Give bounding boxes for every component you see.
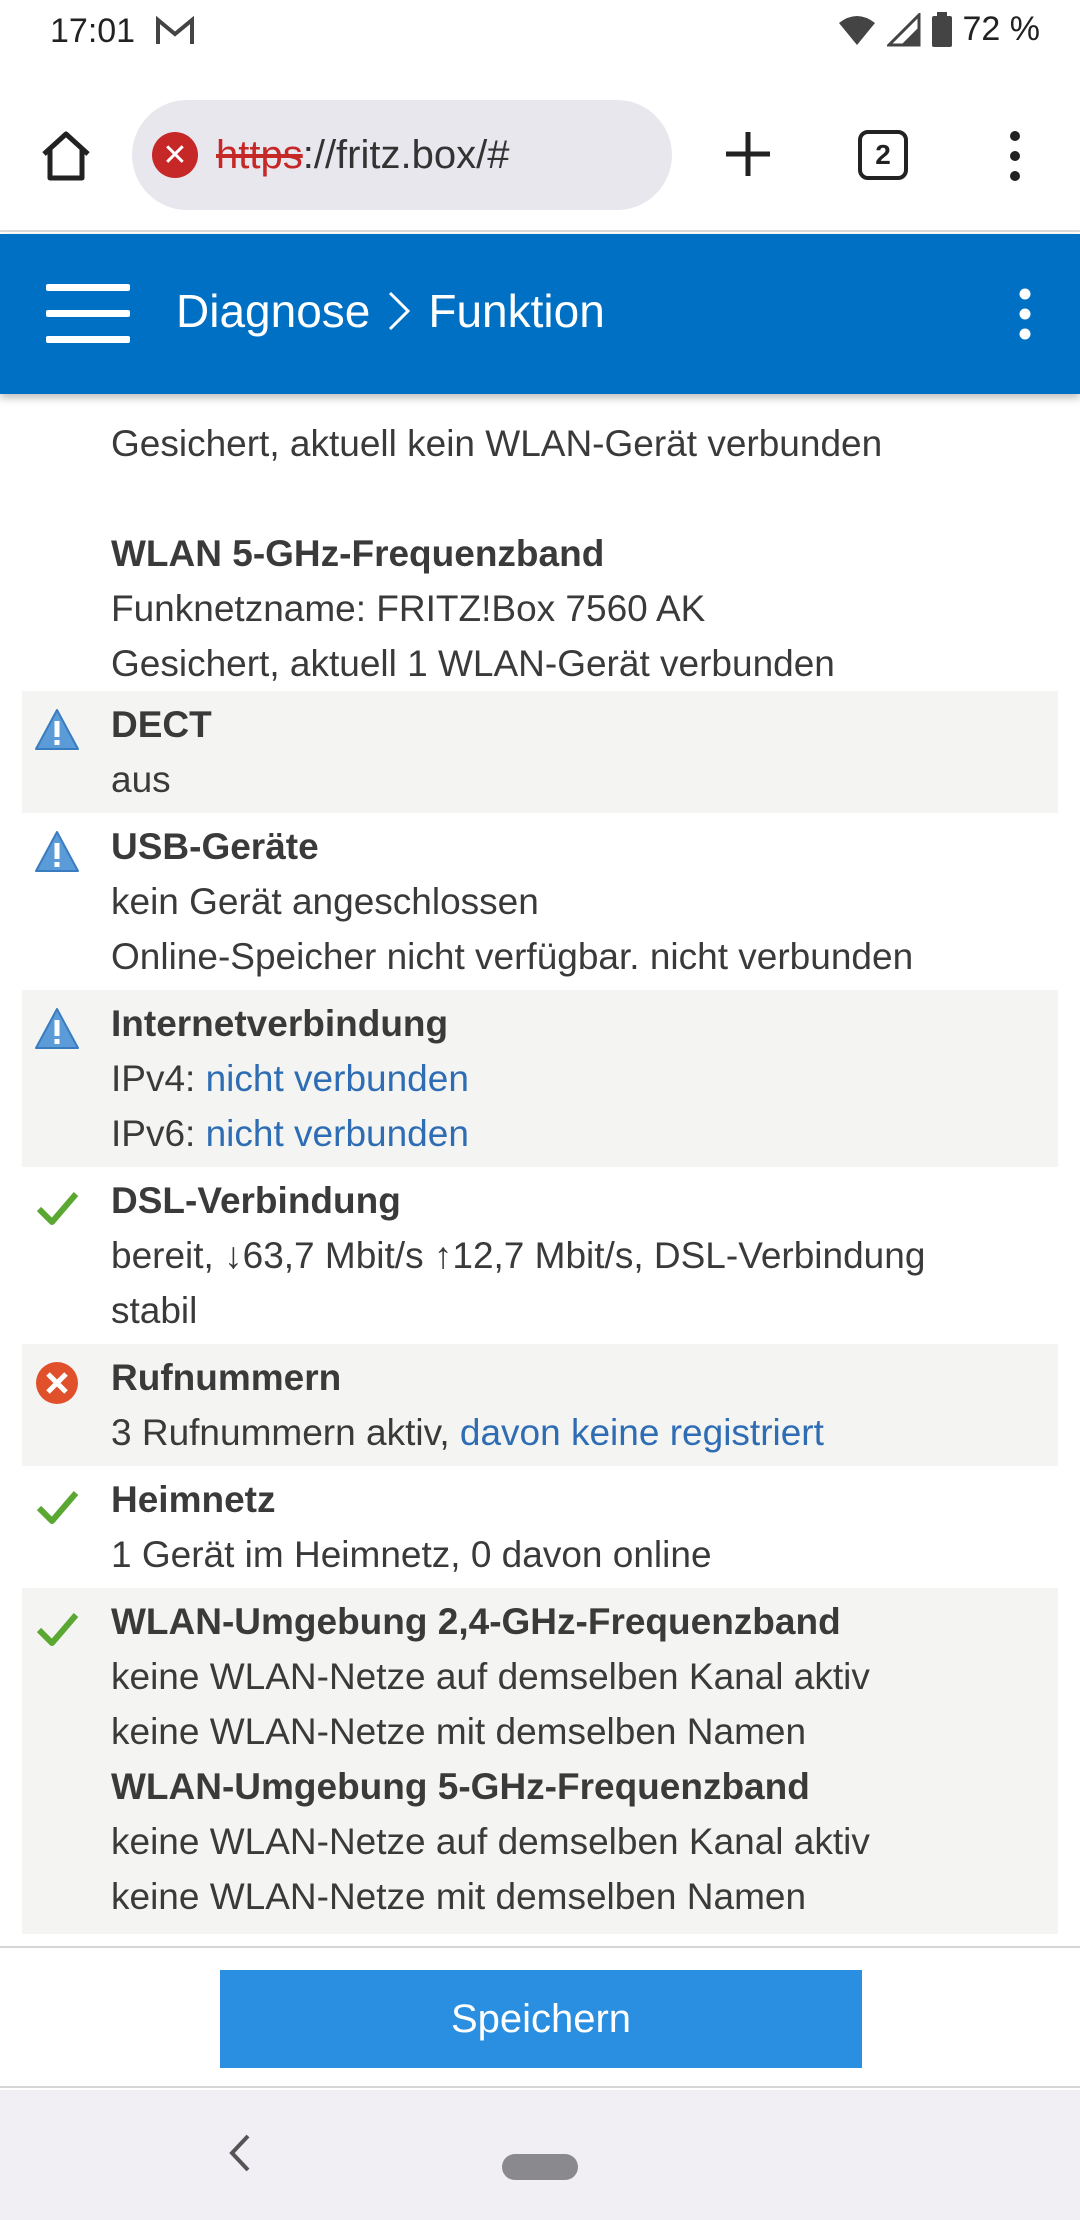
insecure-warning-icon[interactable]: ✕ bbox=[152, 132, 198, 178]
list-item-dect: DECT aus bbox=[22, 691, 1058, 813]
app-header: Diagnose Funktion bbox=[0, 234, 1080, 394]
env5-line1: keine WLAN-Netze auf demselben Kanal akt… bbox=[111, 1821, 870, 1862]
usb-title: USB-Geräte bbox=[111, 826, 319, 867]
url-scheme: https bbox=[216, 132, 303, 177]
url-bar[interactable]: ✕ https://fritz.box/# bbox=[132, 100, 672, 210]
internet-ipv6: IPv6: nicht verbunden bbox=[111, 1106, 1058, 1161]
home-icon[interactable] bbox=[36, 126, 96, 186]
tab-switcher-button[interactable]: 2 bbox=[858, 130, 908, 180]
back-chevron-icon[interactable] bbox=[222, 2128, 258, 2178]
breadcrumb-funktion: Funktion bbox=[428, 285, 605, 337]
hamburger-menu-icon[interactable] bbox=[46, 284, 130, 344]
wlan5-status: Gesichert, aktuell 1 WLAN-Gerät verbunde… bbox=[111, 643, 835, 684]
rufnummern-title: Rufnummern bbox=[111, 1357, 342, 1398]
wifi-icon bbox=[838, 15, 875, 45]
env5-line2: keine WLAN-Netze mit demselben Namen bbox=[111, 1876, 807, 1917]
overflow-menu-icon[interactable] bbox=[1010, 284, 1040, 344]
dect-title: DECT bbox=[111, 704, 212, 745]
battery-icon bbox=[931, 11, 952, 47]
wlan5-title: WLAN 5-GHz-Frequenzband bbox=[111, 533, 605, 574]
internet-ipv4: IPv4: nicht verbunden bbox=[111, 1051, 1058, 1106]
list-item-internet: Internetverbindung IPv4: nicht verbunden… bbox=[22, 990, 1058, 1167]
error-x-icon bbox=[36, 1362, 78, 1404]
rufnummern-text: 3 Rufnummern aktiv, bbox=[111, 1412, 460, 1453]
battery-percentage: 72 % bbox=[962, 10, 1041, 48]
dsl-line1: bereit, ↓63,7 Mbit/s ↑12,7 Mbit/s, DSL-V… bbox=[111, 1235, 926, 1276]
warning-triangle-icon bbox=[35, 1008, 79, 1049]
chevron-right-icon bbox=[389, 291, 411, 331]
status-icons: 72 % bbox=[837, 10, 1041, 49]
cell-signal-icon bbox=[886, 12, 920, 46]
rufnummern-link[interactable]: davon keine registriert bbox=[460, 1412, 824, 1453]
usb-line1: kein Gerät angeschlossen bbox=[111, 881, 539, 922]
list-item-dsl: DSL-Verbindung bereit, ↓63,7 Mbit/s ↑12,… bbox=[22, 1167, 1058, 1344]
warning-triangle-icon bbox=[35, 709, 79, 750]
ipv6-link[interactable]: nicht verbunden bbox=[206, 1113, 469, 1154]
dect-status: aus bbox=[111, 759, 171, 800]
checkmark-icon bbox=[36, 1192, 79, 1225]
url-text[interactable]: https://fritz.box/# bbox=[216, 133, 509, 178]
gmail-icon bbox=[156, 16, 194, 44]
footer-bar: Speichern bbox=[0, 1946, 1080, 2088]
env24-title: WLAN-Umgebung 2,4-GHz-Frequenzband bbox=[111, 1601, 841, 1642]
heimnetz-title: Heimnetz bbox=[111, 1479, 276, 1520]
status-bar: 17:01 72 % bbox=[0, 0, 1080, 66]
browser-menu-icon[interactable] bbox=[1000, 126, 1030, 186]
list-item-wlan-umgebung: WLAN-Umgebung 2,4-GHz-Frequenzband keine… bbox=[22, 1588, 1058, 1934]
breadcrumb-diagnose[interactable]: Diagnose bbox=[176, 284, 370, 338]
url-path: ://fritz.box/# bbox=[302, 132, 510, 177]
env5-title: WLAN-Umgebung 5-GHz-Frequenzband bbox=[111, 1766, 810, 1807]
list-item-rufnummern: Rufnummern 3 Rufnummern aktiv, davon kei… bbox=[22, 1344, 1058, 1466]
checkmark-icon bbox=[36, 1491, 79, 1524]
ipv4-label: IPv4: bbox=[111, 1058, 206, 1099]
save-button[interactable]: Speichern bbox=[220, 1970, 862, 2068]
rufnummern-status: 3 Rufnummern aktiv, davon keine registri… bbox=[111, 1405, 1058, 1460]
ipv4-link[interactable]: nicht verbunden bbox=[206, 1058, 469, 1099]
system-nav-bar bbox=[0, 2090, 1080, 2220]
breadcrumb: Diagnose Funktion bbox=[176, 284, 605, 338]
browser-toolbar: ✕ https://fritz.box/# 2 bbox=[0, 66, 1080, 232]
wlan5-name: Funknetzname: FRITZ!Box 7560 AK bbox=[111, 588, 706, 629]
internet-title: Internetverbindung bbox=[111, 1003, 449, 1044]
status-time: 17:01 bbox=[50, 12, 136, 50]
heimnetz-status: 1 Gerät im Heimnetz, 0 davon online bbox=[111, 1534, 712, 1575]
diagnose-list: Gesichert, aktuell kein WLAN-Gerät verbu… bbox=[22, 380, 1058, 1934]
checkmark-icon bbox=[36, 1613, 79, 1646]
usb-line2: Online-Speicher nicht verfügbar. nicht v… bbox=[111, 936, 914, 977]
list-item-heimnetz: Heimnetz 1 Gerät im Heimnetz, 0 davon on… bbox=[22, 1466, 1058, 1588]
warning-triangle-icon bbox=[35, 831, 79, 872]
env24-line2: keine WLAN-Netze mit demselben Namen bbox=[111, 1711, 807, 1752]
home-gesture-pill[interactable] bbox=[502, 2154, 578, 2180]
new-tab-icon[interactable] bbox=[720, 126, 776, 182]
dsl-title: DSL-Verbindung bbox=[111, 1180, 401, 1221]
list-item-usb: USB-Geräte kein Gerät angeschlossen Onli… bbox=[22, 813, 1058, 990]
wlan24-status: Gesichert, aktuell kein WLAN-Gerät verbu… bbox=[111, 423, 883, 464]
env24-line1: keine WLAN-Netze auf demselben Kanal akt… bbox=[111, 1656, 870, 1697]
list-item-wlan: Gesichert, aktuell kein WLAN-Gerät verbu… bbox=[22, 380, 1058, 691]
ipv6-label: IPv6: bbox=[111, 1113, 206, 1154]
dsl-line2: stabil bbox=[111, 1290, 198, 1331]
